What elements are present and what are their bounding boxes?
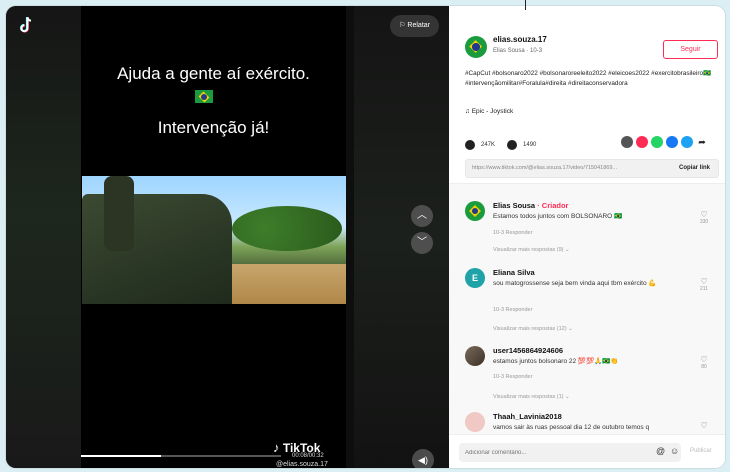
speaker-icon: ◀)	[418, 455, 428, 465]
heart-outline-icon: ♡	[700, 421, 708, 430]
creator-badge: · Criador	[535, 201, 569, 210]
video-progress-fill	[81, 455, 161, 457]
video-scene-image	[82, 176, 346, 304]
commenter-name[interactable]: Eliana Silva	[493, 268, 535, 277]
tiktok-note-icon: ♪	[273, 440, 280, 455]
comment-meta[interactable]: 10-3 Responder	[493, 374, 532, 380]
commenter-name[interactable]: Elias Sousa · Criador	[493, 201, 568, 210]
video-blur-right	[354, 6, 449, 468]
commenter-avatar[interactable]	[465, 346, 485, 366]
music-note-icon: ♫	[465, 108, 472, 115]
music-title: Epic - Joystick	[471, 108, 514, 115]
post-comment-button[interactable]: Publicar	[690, 448, 712, 454]
comment-meta[interactable]: 10-3 Responder	[493, 230, 532, 236]
heart-icon[interactable]	[465, 140, 475, 150]
next-video-button[interactable]: ﹀	[411, 232, 433, 254]
facebook-icon[interactable]	[666, 136, 678, 148]
commenter-name[interactable]: user1456864924606	[493, 346, 563, 355]
video-caption-line1: Ajuda a gente aí exército.	[117, 64, 310, 83]
comment-like-button[interactable]: ♡ 211	[695, 277, 713, 292]
volume-button[interactable]: ◀)	[412, 449, 434, 468]
comment-like-button[interactable]: ♡	[695, 421, 713, 430]
scene-trees	[232, 206, 342, 251]
post-header: elias.souza.17 Elias Sousa · 10-3 Seguir…	[449, 6, 725, 184]
tiktok-logo-icon[interactable]	[18, 16, 34, 34]
heart-outline-icon: ♡	[700, 277, 708, 286]
twitter-icon[interactable]	[681, 136, 693, 148]
follow-button[interactable]: Seguir	[663, 40, 718, 59]
comment-text: Estamos todos juntos com BOLSONARO 🇧🇷	[493, 213, 623, 220]
window-divider	[525, 0, 526, 10]
send-to-friends-icon[interactable]	[636, 136, 648, 148]
post-description[interactable]: #CapCut #bolsonaro2022 #bolsonaroreeleit…	[465, 69, 719, 89]
mention-icon[interactable]: @	[656, 446, 665, 456]
comment-icon[interactable]	[507, 140, 518, 150]
chevron-down-icon: ﹀	[417, 237, 427, 248]
music-link[interactable]: ♫ Epic - Joystick	[465, 108, 513, 115]
heart-outline-icon: ♡	[700, 355, 708, 364]
commenter-avatar[interactable]	[465, 412, 485, 432]
comment-like-button[interactable]: ♡ 330	[695, 210, 713, 225]
video-caption-line2: Intervenção já!	[157, 118, 270, 137]
comment-text: estamos juntos bolsonaro 22 💯💯🙏🇧🇷👏	[493, 358, 619, 365]
comment-like-count: 80	[701, 364, 707, 370]
report-button[interactable]: ⚐ Relatar	[390, 15, 439, 37]
engagement-stats: 247K 1490	[465, 140, 536, 150]
commenter-name[interactable]: Thaah_Lavinia2018	[493, 412, 562, 421]
author-avatar[interactable]	[465, 36, 487, 58]
commenter-avatar[interactable]	[465, 201, 485, 221]
app-frame: ⚐ Relatar Ajuda a gente aí exército. Int…	[6, 6, 725, 468]
comment-like-count: 330	[699, 219, 709, 225]
copy-link-box: https://www.tiktok.com/@elias.souza.17/v…	[465, 159, 719, 178]
copy-link-button[interactable]: Copiar link	[679, 165, 710, 171]
comment-count: 1490	[523, 142, 537, 148]
comment-input-box: @ ☺	[459, 443, 681, 462]
report-label: Relatar	[407, 22, 430, 29]
share-icons: ➦	[621, 136, 708, 148]
previous-video-button[interactable]: ︿	[411, 205, 433, 227]
commenter-avatar[interactable]: E	[465, 268, 485, 288]
view-more-replies[interactable]: Visualizar mais respostas (9) ⌄	[493, 247, 570, 253]
comment-like-button[interactable]: ♡ 80	[695, 355, 713, 370]
embed-icon[interactable]	[621, 136, 633, 148]
details-panel: elias.souza.17 Elias Sousa · 10-3 Seguir…	[449, 6, 725, 468]
chevron-up-icon: ︿	[417, 210, 427, 221]
whatsapp-icon[interactable]	[651, 136, 663, 148]
comment-like-count: 211	[700, 286, 708, 292]
comment-author: Elias Sousa	[493, 201, 536, 210]
video-player[interactable]: ⚐ Relatar Ajuda a gente aí exército. Int…	[6, 6, 449, 468]
scene-soldier	[104, 176, 134, 251]
share-arrow-icon[interactable]: ➦	[696, 136, 708, 148]
brazil-flag-icon	[195, 90, 213, 103]
comment-text: sou matogrossense seja bem vinda aqui tb…	[493, 280, 657, 287]
video-time: 00:08/00:32	[292, 453, 324, 459]
author-subtitle: Elias Sousa · 10-3	[493, 48, 543, 54]
view-more-replies[interactable]: Visualizar mais respostas (12) ⌄	[493, 326, 573, 332]
comment-meta[interactable]: 10-3 Responder	[493, 307, 532, 313]
view-more-replies[interactable]: Visualizar mais respostas (1) ⌄	[493, 394, 570, 400]
emoji-icon[interactable]: ☺	[670, 446, 679, 456]
like-count: 247K	[481, 142, 496, 148]
comment-input[interactable]	[465, 445, 645, 460]
watermark-handle: @elias.souza.17	[276, 461, 328, 468]
heart-outline-icon: ♡	[700, 210, 708, 219]
comment-text: vamos sair às ruas pessoal dia 12 de out…	[493, 424, 650, 431]
video-link-url[interactable]: https://www.tiktok.com/@elias.souza.17/v…	[472, 165, 654, 171]
comments-list[interactable]: Elias Sousa · Criador Estamos todos junt…	[449, 184, 725, 434]
author-username[interactable]: elias.souza.17	[493, 35, 547, 44]
comment-composer: @ ☺ Publicar	[449, 434, 725, 468]
